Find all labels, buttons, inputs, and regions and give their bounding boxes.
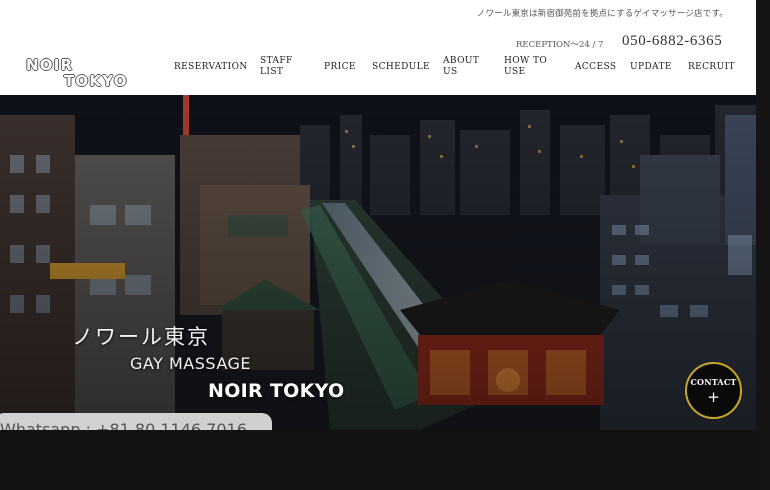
nav-item-about-us[interactable]: ABOUT US	[443, 56, 493, 78]
reception-hours: RECEPTION～24 / 7	[516, 40, 604, 50]
nav-item-update[interactable]: UPDATE	[630, 62, 672, 73]
hero-section: ノワール東京 GAY MASSAGE NOIR TOKYO Whatsapp :…	[0, 95, 756, 430]
whatsapp-number: Whatsapp : +81 80 1146 7016	[0, 420, 247, 430]
nav-item-how-to-use[interactable]: HOW TO USE	[504, 56, 554, 78]
phone-number-link[interactable]: 050-6882-6365	[622, 33, 722, 50]
nav-item-about-us-line-1: ABOUT	[443, 56, 480, 66]
nav-item-how-to-use-line-1: HOW TO	[504, 56, 548, 66]
hero-title-jp: ノワール東京	[72, 325, 210, 349]
header-tagline: ノワール東京は新宿御苑前を拠点にするゲイマッサージ店です。	[476, 9, 728, 19]
nav-item-reservation[interactable]: RESERVATION	[174, 62, 248, 73]
main-nav: RESERVATION STAFF LIST PRICE SCHEDULE AB…	[0, 55, 756, 85]
site-header: ノワール東京は新宿御苑前を拠点にするゲイマッサージ店です。 RECEPTION～…	[0, 0, 756, 95]
contact-label: CONTACT	[690, 377, 737, 387]
nav-item-how-to-use-line-2: USE	[504, 67, 526, 77]
nav-item-access[interactable]: ACCESS	[575, 62, 616, 73]
nav-item-price[interactable]: PRICE	[324, 62, 356, 73]
nav-item-staff-list-line-1: STAFF	[260, 56, 293, 66]
plus-icon: +	[707, 388, 720, 406]
page-scrollbar[interactable]	[756, 0, 770, 490]
hero-title-en: NOIR TOKYO	[208, 380, 345, 402]
contact-button[interactable]: CONTACT +	[685, 362, 742, 419]
hero-subtitle: GAY MASSAGE	[130, 354, 251, 373]
nav-item-recruit[interactable]: RECRUIT	[688, 62, 735, 73]
nav-item-about-us-line-2: US	[443, 67, 458, 77]
page-bottom-section	[0, 430, 756, 490]
nav-item-staff-list-line-2: LIST	[260, 67, 284, 77]
whatsapp-badge[interactable]: Whatsapp : +81 80 1146 7016	[0, 413, 272, 430]
nav-item-schedule[interactable]: SCHEDULE	[372, 62, 430, 73]
page: ノワール東京は新宿御苑前を拠点にするゲイマッサージ店です。 RECEPTION～…	[0, 0, 756, 490]
nav-item-staff-list[interactable]: STAFF LIST	[260, 56, 310, 78]
hero-city-night-photo	[0, 95, 756, 430]
